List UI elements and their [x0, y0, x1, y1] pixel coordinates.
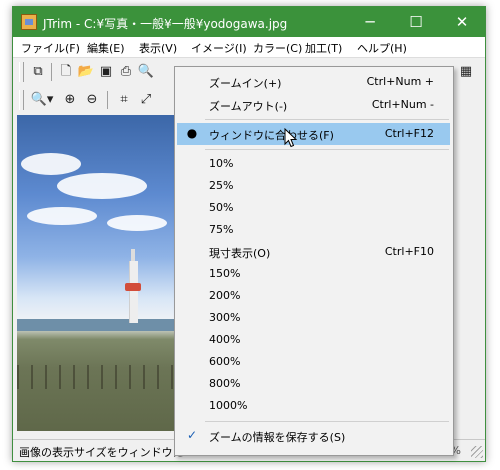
menu-item-300[interactable]: 300%	[177, 307, 450, 329]
river	[17, 319, 177, 331]
menu-item-10[interactable]: 10%	[177, 153, 450, 175]
toolbar-separator	[51, 63, 52, 81]
menu-item-1000[interactable]: 1000%	[177, 395, 450, 417]
menu-item-50[interactable]: 50%	[177, 197, 450, 219]
cloud	[27, 207, 97, 225]
menu-item-label: 現寸表示(O)	[209, 247, 271, 260]
menu-effect[interactable]: 加工(T)	[305, 40, 342, 56]
status-text: 画像の表示サイズをウィンドウに	[19, 446, 184, 459]
menu-item-25[interactable]: 25%	[177, 175, 450, 197]
minimize-button[interactable]: ─	[347, 7, 393, 37]
menu-item-label: ズームの情報を保存する(S)	[209, 431, 346, 444]
menu-item-label: 25%	[209, 179, 234, 192]
menu-item-actual-size[interactable]: 現寸表示(O) Ctrl+F10	[177, 241, 450, 263]
menu-item-shortcut: Ctrl+F10	[384, 245, 434, 258]
tower-deck	[125, 283, 141, 291]
menu-item-fit-window[interactable]: ● ウィンドウに合わせる(F) Ctrl+F12	[177, 123, 450, 145]
tower	[129, 261, 138, 323]
cloud	[21, 153, 81, 175]
menu-color[interactable]: カラー(C)	[253, 40, 302, 56]
crop-icon[interactable]: ⌗	[115, 91, 133, 109]
cloud	[57, 173, 147, 199]
zoom-popup-menu: ズームイン(+) Ctrl+Num + ズームアウト(-) Ctrl+Num -…	[174, 66, 454, 456]
menu-item-label: ズームアウト(-)	[209, 100, 288, 113]
menu-item-label: 50%	[209, 201, 234, 214]
menu-view[interactable]: 表示(V)	[139, 40, 177, 56]
menu-item-shortcut: Ctrl+F12	[384, 127, 434, 140]
menu-item-shortcut: Ctrl+Num -	[371, 98, 434, 111]
mouse-cursor-icon	[284, 128, 298, 148]
print-icon[interactable]: ⎙	[117, 63, 135, 81]
resize-grip[interactable]	[471, 446, 483, 458]
zoom-in-icon[interactable]: ⊕	[61, 91, 79, 109]
fence	[17, 365, 177, 389]
title-bar[interactable]: JTrim - C:¥写真・一般¥一般¥yodogawa.jpg ─ ☐ ✕	[13, 7, 485, 37]
window-title: JTrim - C:¥写真・一般¥一般¥yodogawa.jpg	[43, 17, 288, 31]
menu-item-zoom-out[interactable]: ズームアウト(-) Ctrl+Num -	[177, 94, 450, 116]
menu-item-label: 10%	[209, 157, 234, 170]
menu-item-label: 75%	[209, 223, 234, 236]
menu-item-label: 150%	[209, 267, 241, 280]
capture-icon[interactable]: ⧉	[29, 63, 47, 81]
jtrim-app-icon[interactable]	[21, 14, 37, 30]
menu-separator	[205, 421, 449, 422]
cloud	[107, 215, 167, 231]
new-icon[interactable]: 🗋	[57, 63, 75, 81]
menu-help[interactable]: ヘルプ(H)	[357, 40, 407, 56]
resize-icon[interactable]: ⤢	[137, 91, 155, 109]
toolbar-grip[interactable]	[19, 90, 24, 110]
menu-item-150[interactable]: 150%	[177, 263, 450, 285]
menu-item-zoom-in[interactable]: ズームイン(+) Ctrl+Num +	[177, 71, 450, 93]
toolbar-grip[interactable]	[19, 62, 24, 82]
menu-edit[interactable]: 編集(E)	[87, 40, 125, 56]
menu-item-label: 200%	[209, 289, 241, 302]
menu-item-label: ズームイン(+)	[209, 77, 282, 90]
menu-item-800[interactable]: 800%	[177, 373, 450, 395]
menu-image[interactable]: イメージ(I)	[191, 40, 247, 56]
menu-item-600[interactable]: 600%	[177, 351, 450, 373]
menu-item-label: 800%	[209, 377, 241, 390]
zoom-out-icon[interactable]: ⊖	[83, 91, 101, 109]
menu-item-shortcut: Ctrl+Num +	[366, 75, 434, 88]
menu-item-label: 400%	[209, 333, 241, 346]
zoom-dropdown-icon[interactable]: 🔍▾	[29, 91, 55, 109]
menu-item-label: ウィンドウに合わせる(F)	[209, 129, 334, 142]
film-strip-icon[interactable]: ▦	[457, 63, 475, 81]
menu-item-label: 600%	[209, 355, 241, 368]
image-view[interactable]	[17, 115, 177, 431]
open-icon[interactable]: 📂	[77, 63, 95, 81]
save-icon[interactable]: ▣	[97, 63, 115, 81]
menu-item-200[interactable]: 200%	[177, 285, 450, 307]
close-button[interactable]: ✕	[439, 7, 485, 37]
menu-separator	[205, 119, 449, 120]
menu-item-75[interactable]: 75%	[177, 219, 450, 241]
checkmark-icon: ✓	[186, 428, 198, 442]
toolbar-separator	[107, 91, 108, 109]
menu-item-label: 1000%	[209, 399, 248, 412]
menu-item-save-zoom-info[interactable]: ✓ ズームの情報を保存する(S)	[177, 425, 450, 447]
print-preview-icon[interactable]: 🔍	[137, 63, 155, 81]
menu-item-label: 300%	[209, 311, 241, 324]
menu-item-400[interactable]: 400%	[177, 329, 450, 351]
menu-separator	[205, 149, 449, 150]
menu-file[interactable]: ファイル(F)	[21, 40, 80, 56]
maximize-button[interactable]: ☐	[393, 7, 439, 37]
menu-bar: ファイル(F) 編集(E) 表示(V) イメージ(I) カラー(C) 加工(T)…	[13, 37, 485, 58]
radio-bullet-icon: ●	[186, 126, 198, 140]
